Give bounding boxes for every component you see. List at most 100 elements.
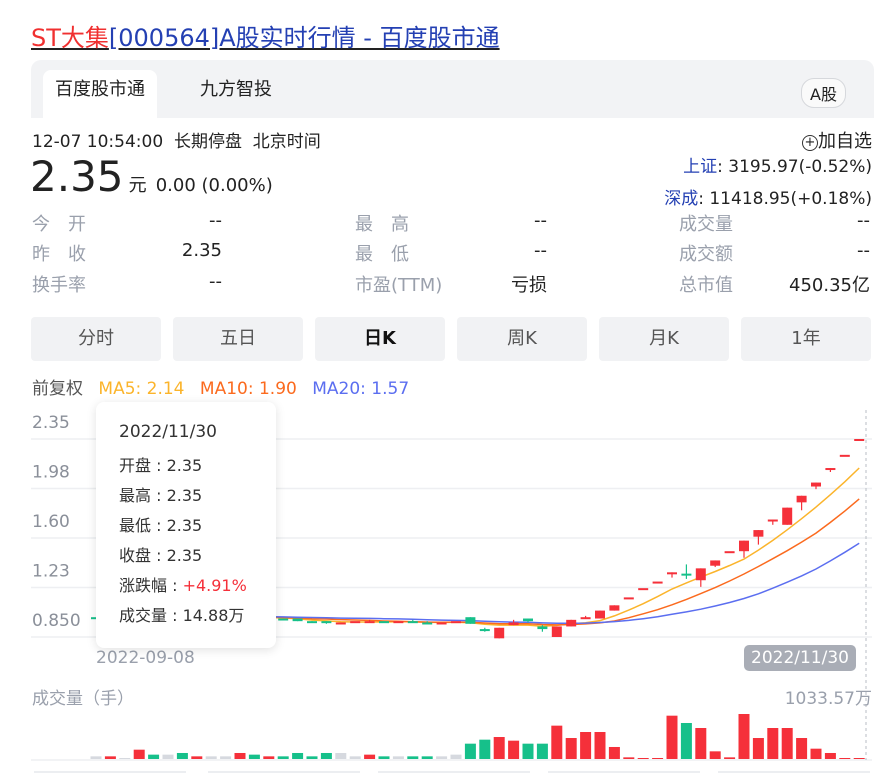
volume-bar (392, 756, 404, 759)
volume-bar (536, 743, 548, 759)
volume-bar (652, 757, 664, 759)
candle-body (350, 621, 361, 624)
candle-body (638, 588, 649, 591)
candle-body (667, 572, 677, 575)
candle-body (321, 621, 332, 624)
volume-bar (824, 752, 836, 759)
tooltip-open: 开盘 : 2.35 (119, 456, 203, 475)
y-tick-label: 2.35 (32, 413, 70, 433)
candle-body (595, 610, 605, 619)
volume-bar (306, 756, 318, 759)
candle-body (652, 581, 663, 584)
volume-bar (220, 756, 232, 759)
candle-body (451, 621, 461, 624)
candle-body (739, 540, 749, 552)
candle-body (393, 621, 404, 624)
volume-bar (407, 756, 419, 759)
volume-bar (781, 728, 793, 759)
volume-bar (176, 752, 188, 759)
volume-bar (810, 748, 822, 759)
candle-body (278, 618, 289, 621)
volume-bar (263, 756, 275, 759)
volume-bar (796, 738, 808, 759)
volume-bar (90, 756, 102, 759)
volume-bar (364, 754, 376, 759)
candle-body (335, 622, 346, 625)
candle-body (825, 468, 836, 471)
candle-body (839, 454, 850, 457)
volume-bar (464, 743, 476, 759)
volume-bar (119, 757, 131, 759)
volume-bar (666, 715, 678, 759)
tooltip-close: 收盘 : 2.35 (119, 546, 203, 565)
tooltip-change-value: +4.91% (182, 576, 247, 595)
candle-body (710, 560, 721, 566)
candle-body (580, 617, 591, 620)
candle-body (695, 568, 706, 581)
candle-body (407, 621, 418, 624)
volume-bar (738, 714, 750, 759)
candle-body (796, 495, 807, 503)
candle-body (753, 530, 764, 537)
volume-bar (479, 739, 491, 759)
volume-bar (148, 754, 160, 759)
volume-bar (277, 756, 289, 759)
volume-bar (292, 752, 304, 759)
candle-body (292, 618, 303, 622)
tooltip-low: 最低 : 2.35 (119, 516, 203, 535)
tooltip-change: 涨跌幅 : +4.91% (119, 572, 276, 602)
y-tick-label: 1.23 (32, 562, 70, 582)
volume-bar (767, 728, 779, 759)
x-start-label: 2022-09-08 (96, 648, 195, 668)
volume-bar (436, 756, 448, 759)
volume-bar (637, 757, 649, 759)
tooltip-volume: 成交量 : 14.88万 (119, 606, 245, 625)
candle-body (811, 482, 821, 487)
volume-bar (191, 756, 203, 759)
candle-body (436, 622, 447, 625)
volume-bar (162, 754, 174, 759)
candle-body (537, 626, 548, 630)
candle-body (465, 617, 476, 624)
y-tick-label: 1.60 (32, 512, 70, 532)
volume-max: 1033.57万 (784, 689, 872, 709)
volume-bar (839, 757, 851, 759)
volume-bar (580, 732, 592, 759)
volume-bar (349, 756, 361, 759)
y-tick-label: 0.850 (32, 611, 81, 631)
candle-body (724, 551, 735, 554)
tooltip-date: 2022/11/30 (119, 422, 217, 442)
volume-bar (522, 743, 534, 759)
volume-bar (623, 757, 635, 759)
y-tick-label: 1.98 (32, 463, 70, 483)
volume-bar (320, 752, 332, 759)
volume-label: 成交量（手） (32, 689, 134, 709)
candle-body (379, 621, 389, 624)
volume-bar (493, 737, 505, 759)
volume-bar (551, 725, 563, 759)
candle-body (508, 622, 519, 626)
volume-bar (104, 756, 116, 759)
volume-bar (248, 754, 260, 759)
tooltip-high: 最高 : 2.35 (119, 486, 203, 505)
candle-body (609, 605, 620, 611)
candle-body (494, 627, 505, 639)
candle-body (767, 519, 778, 522)
volume-bar (378, 756, 390, 759)
candle-body (566, 619, 577, 627)
volume-bar (234, 752, 246, 759)
volume-bar (594, 732, 606, 759)
x-cursor-label: 2022/11/30 (744, 645, 856, 671)
volume-bar (724, 757, 736, 759)
candle-body (307, 621, 317, 624)
volume-bar (508, 740, 520, 759)
volume-bar (853, 758, 865, 759)
volume-bar (133, 749, 145, 759)
volume-bar (205, 756, 217, 759)
candle-body (422, 622, 433, 625)
candle-body (681, 573, 692, 576)
candle-body (551, 626, 562, 637)
volume-bar (709, 751, 721, 759)
volume-bar (450, 754, 462, 759)
volume-bar (421, 756, 433, 759)
